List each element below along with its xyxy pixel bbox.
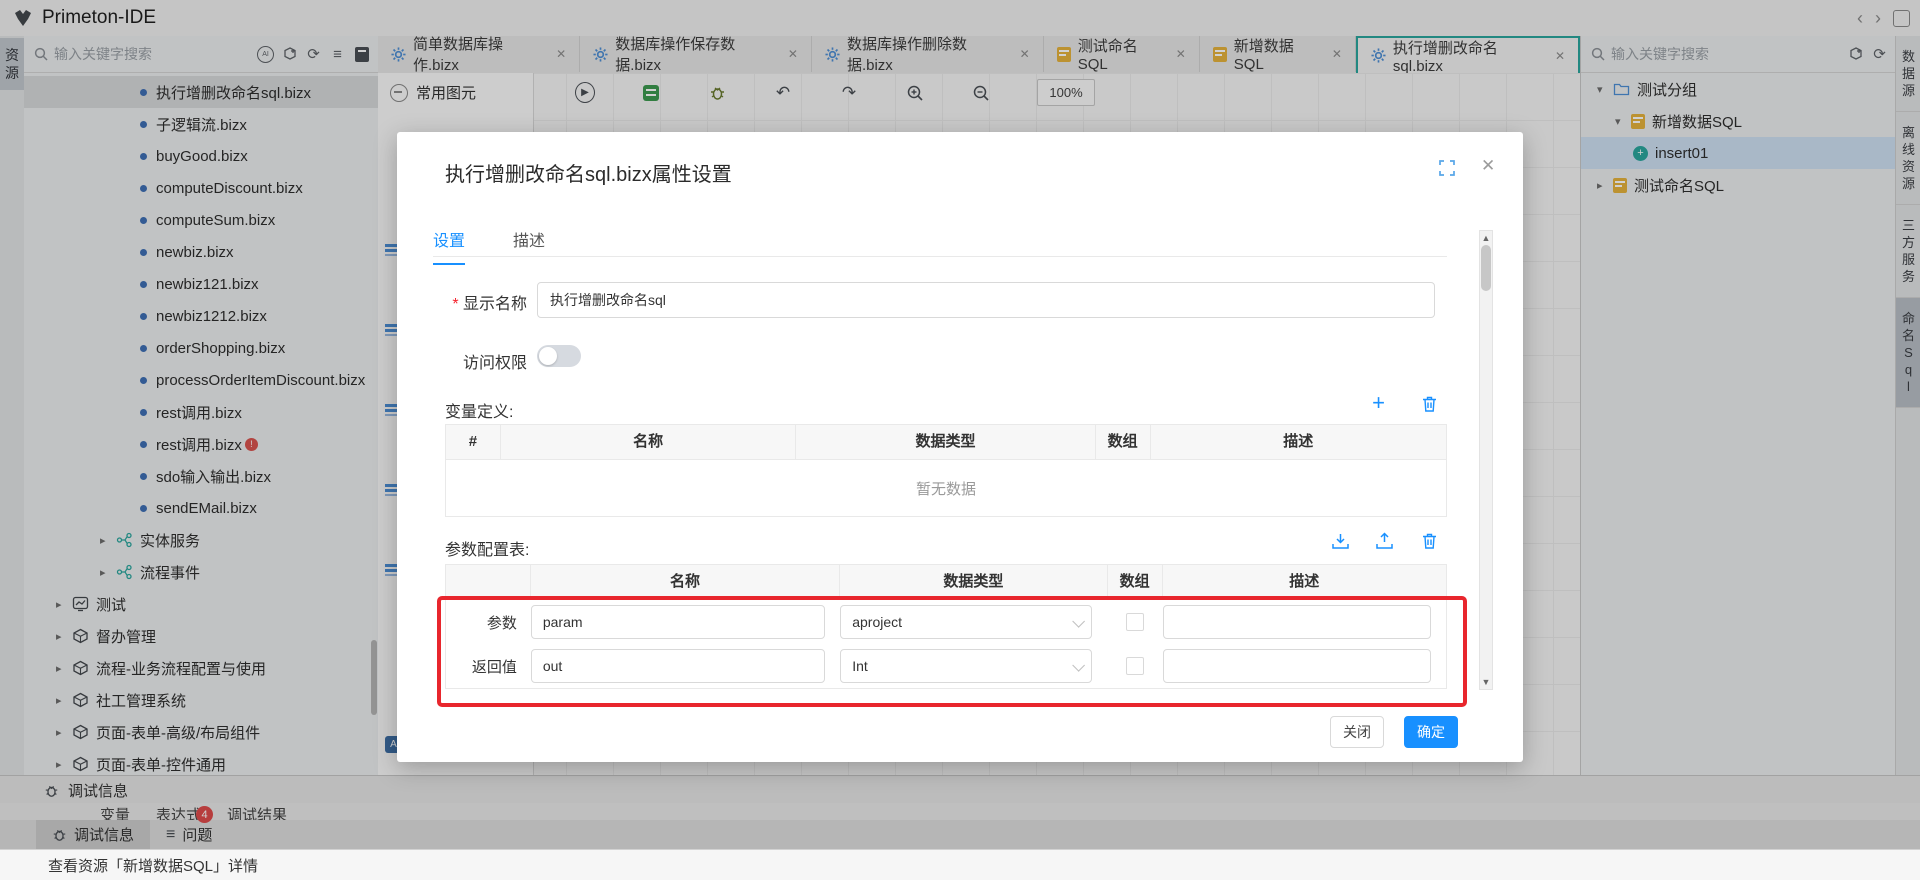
status-bar: 查看资源「新增数据SQL」详情: [0, 849, 1920, 880]
close-button[interactable]: 关闭: [1330, 716, 1384, 748]
params-col-header: 描述: [1163, 565, 1446, 599]
param-row-label: 参数: [446, 612, 531, 633]
variables-col-header: 数组: [1096, 425, 1151, 459]
params-col-header: 名称: [531, 565, 840, 599]
access-toggle[interactable]: [537, 345, 581, 367]
params-col-header: [446, 565, 531, 599]
param-desc-input[interactable]: [1163, 649, 1431, 683]
dialog-tabs: 设置 描述: [433, 227, 545, 265]
params-table: 名称数据类型数组描述 参数param aproject 返回值out Int: [445, 564, 1447, 689]
variables-col-header: 描述: [1151, 425, 1446, 459]
scroll-down-icon[interactable]: ▼: [1480, 677, 1492, 687]
param-name-input[interactable]: out: [531, 649, 825, 683]
scrollbar-thumb[interactable]: [1481, 245, 1491, 291]
empty-state: 暂无数据: [446, 460, 1446, 516]
variables-col-header: #: [446, 425, 501, 459]
tab-settings[interactable]: 设置: [433, 227, 465, 265]
variables-col-header: 数据类型: [796, 425, 1095, 459]
add-variable-icon[interactable]: +: [1369, 394, 1388, 413]
chevron-down-icon: [1072, 615, 1085, 628]
param-row-返回值: 返回值out Int: [446, 644, 1446, 688]
chevron-down-icon: [1072, 659, 1085, 672]
param-desc-input[interactable]: [1163, 605, 1431, 639]
param-type-select[interactable]: aproject: [840, 605, 1092, 639]
close-icon[interactable]: ✕: [1481, 156, 1495, 176]
status-text: 查看资源「新增数据SQL」详情: [48, 855, 258, 876]
access-label: 访问权限: [417, 349, 527, 373]
param-array-checkbox[interactable]: [1126, 657, 1144, 675]
properties-dialog: 执行增删改命名sql.bizx属性设置 ✕ 设置 描述 显示名称 执行增删改命名…: [397, 132, 1523, 762]
dialog-scrollbar[interactable]: ▲ ▼: [1479, 230, 1493, 690]
delete-params-icon[interactable]: [1421, 532, 1440, 551]
variables-section-label: 变量定义:: [445, 398, 513, 422]
tab-divider: [433, 256, 1447, 257]
param-row-label: 返回值: [446, 656, 531, 677]
tab-description[interactable]: 描述: [513, 227, 545, 265]
export-params-icon[interactable]: [1375, 532, 1394, 551]
dialog-title: 执行增删改命名sql.bizx属性设置: [445, 158, 732, 187]
ok-button[interactable]: 确定: [1404, 716, 1458, 748]
params-col-header: 数组: [1108, 565, 1163, 599]
scroll-up-icon[interactable]: ▲: [1480, 233, 1492, 243]
param-name-input[interactable]: param: [531, 605, 825, 639]
param-array-checkbox[interactable]: [1126, 613, 1144, 631]
maximize-icon[interactable]: [1439, 160, 1455, 176]
display-name-input[interactable]: 执行增删改命名sql: [537, 282, 1435, 318]
display-name-label: 显示名称: [417, 290, 527, 314]
params-section-label: 参数配置表:: [445, 536, 529, 560]
delete-variable-icon[interactable]: [1421, 395, 1440, 414]
param-type-select[interactable]: Int: [840, 649, 1092, 683]
variables-table: #名称数据类型数组描述 暂无数据: [445, 424, 1447, 517]
variables-col-header: 名称: [501, 425, 796, 459]
params-col-header: 数据类型: [840, 565, 1107, 599]
import-params-icon[interactable]: [1331, 532, 1350, 551]
param-row-参数: 参数param aproject: [446, 600, 1446, 644]
